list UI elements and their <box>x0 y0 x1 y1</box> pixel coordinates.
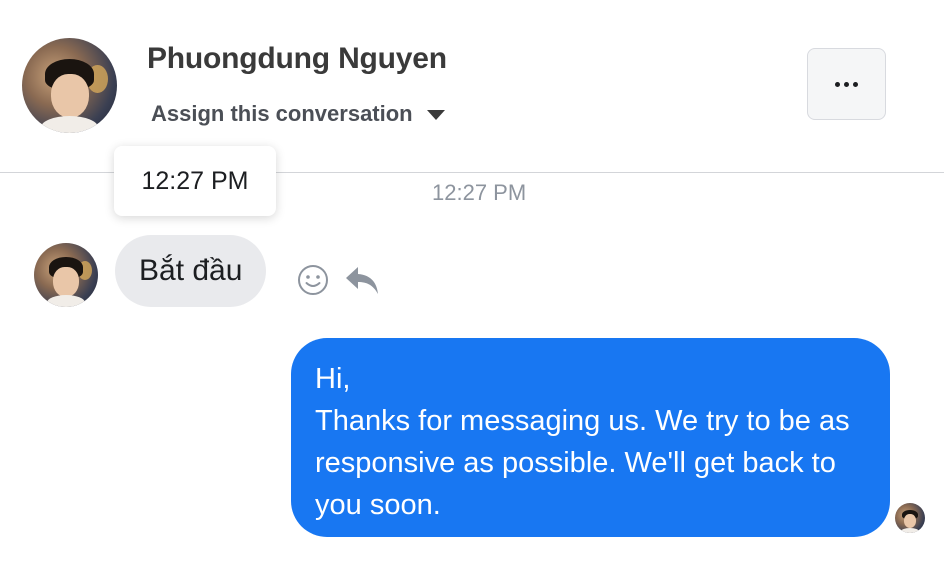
incoming-message-bubble[interactable]: Bắt đầu <box>115 235 267 307</box>
contact-avatar[interactable] <box>22 38 117 133</box>
assign-conversation-label: Assign this conversation <box>151 101 413 126</box>
caret-down-icon <box>426 110 445 120</box>
conversation-view: Phuongdung Nguyen Assign this conversati… <box>0 0 944 572</box>
reply-arrow-icon[interactable] <box>344 264 380 296</box>
more-horizontal-icon <box>835 81 858 87</box>
time-tooltip: 12:27 PM <box>114 146 276 216</box>
assign-conversation-dropdown[interactable]: Assign this conversation <box>151 101 445 127</box>
smiley-icon[interactable] <box>297 264 329 296</box>
outgoing-message-bubble[interactable]: Hi, Thanks for messaging us. We try to b… <box>291 338 890 537</box>
message-timestamp: 12:27 PM <box>432 180 527 205</box>
sender-avatar[interactable] <box>34 243 98 307</box>
seen-indicator-avatar <box>895 503 925 533</box>
more-options-button[interactable] <box>807 48 886 120</box>
contact-name[interactable]: Phuongdung Nguyen <box>147 42 447 76</box>
